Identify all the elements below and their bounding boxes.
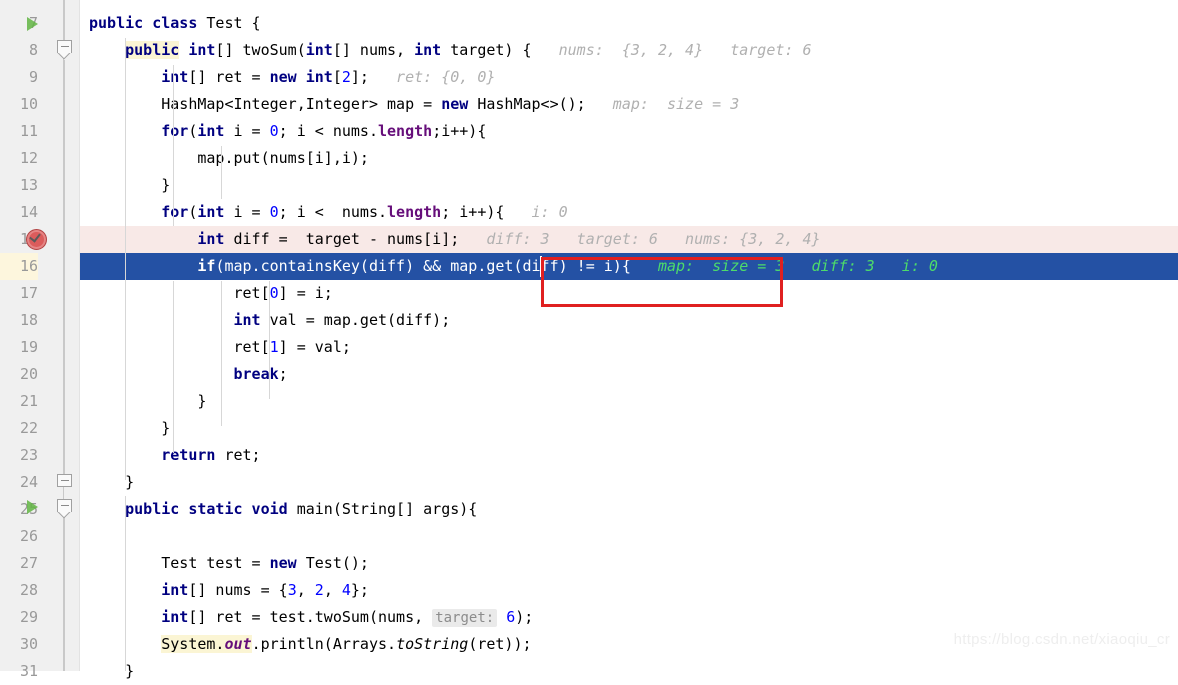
code-line-7[interactable]: public class Test { bbox=[80, 10, 261, 37]
line-number: 8 bbox=[28, 41, 38, 59]
line-number: 10 bbox=[19, 95, 38, 113]
line-number: 14 bbox=[19, 203, 38, 221]
editor-fold-strip[interactable] bbox=[56, 0, 79, 671]
fold-guide-line bbox=[64, 60, 65, 476]
breakpoint-icon[interactable] bbox=[26, 229, 47, 250]
code-line-20[interactable]: break; bbox=[80, 361, 288, 388]
line-number: 21 bbox=[19, 392, 38, 410]
line-number: 18 bbox=[19, 311, 38, 329]
run-class-icon[interactable] bbox=[27, 17, 38, 31]
line-number: 9 bbox=[28, 68, 38, 86]
indent-guide bbox=[173, 65, 174, 226]
indent-guide bbox=[221, 281, 222, 426]
parameter-hint-value: 6 bbox=[506, 608, 516, 626]
code-line-17[interactable]: ret[0] = i; bbox=[80, 280, 332, 307]
code-content[interactable]: public class Test { public int[] twoSum(… bbox=[80, 0, 1178, 680]
text-caret bbox=[540, 256, 542, 277]
line-number: 24 bbox=[19, 473, 38, 491]
line-number: 13 bbox=[19, 176, 38, 194]
line-number: 22 bbox=[19, 419, 38, 437]
fold-marker-main[interactable] bbox=[57, 499, 72, 520]
code-line-16[interactable]: if(map.containsKey(diff) && map.get(diff… bbox=[80, 253, 938, 280]
indent-guide bbox=[269, 281, 270, 399]
line-number: 30 bbox=[19, 635, 38, 653]
code-line-10[interactable]: HashMap<Integer,Integer> map = new HashM… bbox=[80, 91, 739, 118]
code-line-9[interactable]: int[] ret = new int[2]; ret: {0, 0} bbox=[80, 64, 495, 91]
code-line-8[interactable]: public int[] twoSum(int[] nums, int targ… bbox=[80, 37, 812, 64]
line-number: 20 bbox=[19, 365, 38, 383]
line-number: 26 bbox=[19, 527, 38, 545]
code-line-24[interactable]: } bbox=[80, 469, 134, 496]
line-number: 28 bbox=[19, 581, 38, 599]
indent-guide bbox=[125, 496, 126, 671]
code-line-31[interactable]: } bbox=[80, 658, 134, 685]
code-line-18[interactable]: int val = map.get(diff); bbox=[80, 307, 451, 334]
code-line-27[interactable]: Test test = new Test(); bbox=[80, 550, 369, 577]
code-line-23[interactable]: return ret; bbox=[80, 442, 260, 469]
line-number: 19 bbox=[19, 338, 38, 356]
line-number: 23 bbox=[19, 446, 38, 464]
line-number: 17 bbox=[19, 284, 38, 302]
code-line-15[interactable]: int diff = target - nums[i]; diff: 3 tar… bbox=[80, 226, 820, 253]
fold-guide-line bbox=[64, 516, 65, 671]
run-method-icon[interactable] bbox=[27, 500, 38, 514]
indent-guide bbox=[125, 38, 126, 480]
gutter-right-border bbox=[79, 0, 80, 671]
fold-guide-line bbox=[64, 0, 65, 42]
code-line-14[interactable]: for(int i = 0; i < nums.length; i++){ i:… bbox=[80, 199, 567, 226]
code-line-21[interactable]: } bbox=[80, 388, 206, 415]
editor-top-edge bbox=[80, 0, 1178, 4]
code-line-11[interactable]: for(int i = 0; i < nums.length;i++){ bbox=[80, 118, 486, 145]
code-line-30[interactable]: System.out.println(Arrays.toString(ret))… bbox=[80, 631, 532, 658]
line-number: 12 bbox=[19, 149, 38, 167]
code-line-19[interactable]: ret[1] = val; bbox=[80, 334, 350, 361]
line-number-current: 16 bbox=[0, 253, 38, 280]
indent-guide bbox=[221, 146, 222, 199]
parameter-hint-badge: target: bbox=[432, 609, 498, 627]
indent-guide bbox=[173, 281, 174, 453]
code-line-26[interactable] bbox=[80, 523, 89, 550]
line-number: 29 bbox=[19, 608, 38, 626]
code-line-12[interactable]: map.put(nums[i],i); bbox=[80, 145, 369, 172]
code-line-29[interactable]: int[] ret = test.twoSum(nums, target: 6)… bbox=[80, 604, 533, 631]
code-line-25[interactable]: public static void main(String[] args){ bbox=[80, 496, 477, 523]
code-editor[interactable]: 7 8 9 10 11 12 13 14 15 16 17 18 19 20 2… bbox=[0, 0, 1178, 680]
fold-marker-end[interactable] bbox=[57, 474, 72, 487]
line-number: 31 bbox=[19, 662, 38, 680]
fold-marker-method[interactable] bbox=[57, 40, 72, 61]
line-number: 11 bbox=[19, 122, 38, 140]
watermark-text: https://blog.csdn.net/xiaoqiu_cr bbox=[953, 631, 1170, 648]
code-line-28[interactable]: int[] nums = {3, 2, 4}; bbox=[80, 577, 369, 604]
line-number: 27 bbox=[19, 554, 38, 572]
